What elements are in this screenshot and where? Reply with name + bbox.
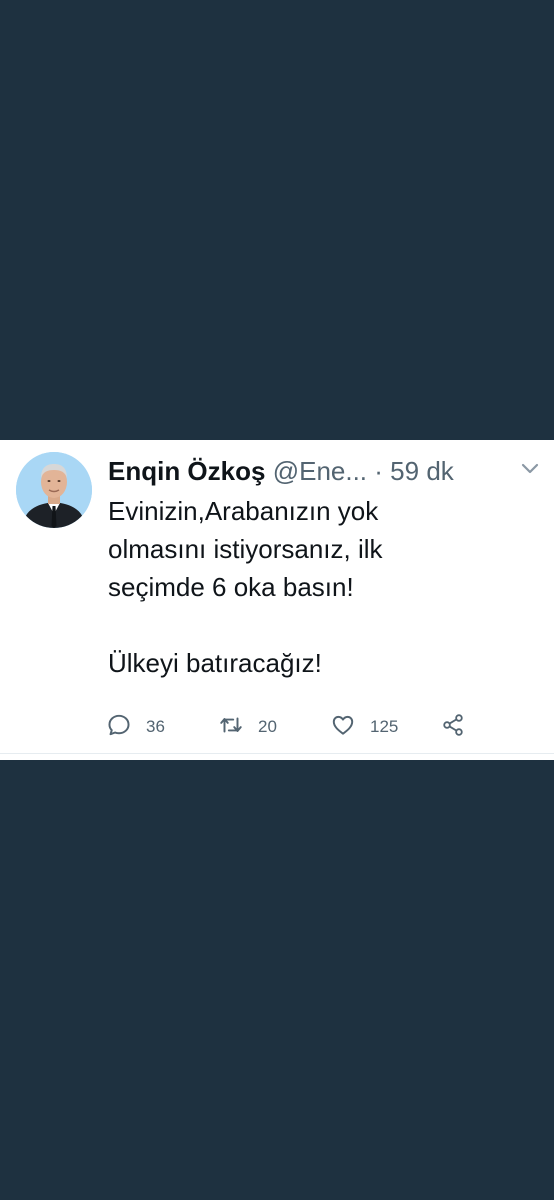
tweet-actions: 36 20 125	[106, 710, 486, 744]
avatar[interactable]	[16, 452, 92, 528]
separator-dot: ·	[374, 456, 383, 486]
heart-icon	[330, 712, 356, 743]
like-button[interactable]: 125	[330, 710, 398, 744]
like-count: 125	[370, 717, 399, 736]
reply-count: 36	[146, 717, 165, 736]
reply-button[interactable]: 36	[106, 710, 165, 744]
tweet-card[interactable]: Enqin Özkoş @Ene... · 59 dk Evinizin,Ara…	[0, 440, 554, 760]
timestamp[interactable]: 59 dk	[390, 456, 454, 486]
retweet-button[interactable]: 20	[218, 710, 277, 744]
user-handle[interactable]: @Ene...	[273, 456, 367, 486]
tweet-text: Evinizin,Arabanızın yok olmasını istiyor…	[108, 496, 383, 678]
retweet-count: 20	[258, 717, 277, 736]
tweet-header: Enqin Özkoş @Ene... · 59 dk	[108, 454, 514, 488]
retweet-icon	[218, 712, 244, 743]
reply-icon	[106, 712, 132, 743]
display-name[interactable]: Enqin Özkoş	[108, 456, 265, 486]
share-button[interactable]	[440, 710, 466, 744]
chevron-down-icon[interactable]	[518, 456, 542, 480]
share-icon	[440, 712, 466, 743]
